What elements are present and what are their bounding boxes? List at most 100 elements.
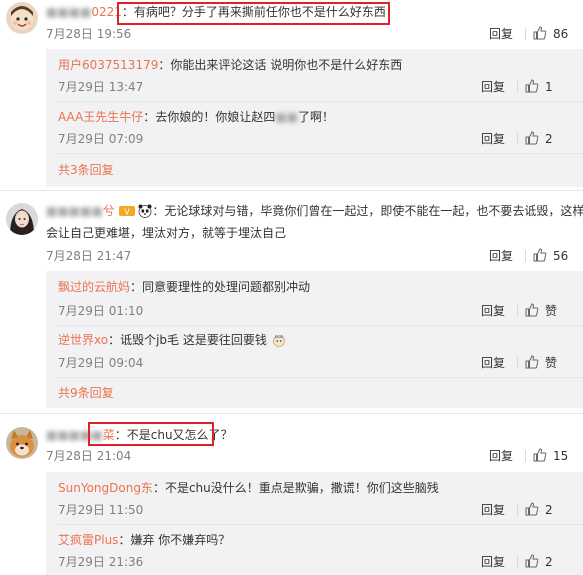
comment-meta: 7月28日 19:56 回复 86 [46,24,583,44]
reply-date: 7月29日 11:50 [58,503,144,517]
reply-username[interactable]: SunYongDong东 [58,481,153,495]
comment-text: ■■■■0221：有病吧？分手了再来撕前任你也不是什么好东西！ [46,5,398,19]
reply-button[interactable]: 回复 [481,552,505,572]
username[interactable]: 兮 [103,204,115,218]
like-count: 2 [545,503,553,517]
reply-username[interactable]: 逆世界xo [58,333,108,347]
comment-date: 7月28日 21:04 [46,449,132,463]
like-count: 1 [545,80,553,94]
reply-divider [58,377,583,378]
like-button[interactable]: 1 [525,77,553,97]
reply-divider [58,524,583,525]
panda-icon [138,204,152,224]
like-button[interactable]: 2 [525,500,553,520]
like-count: 2 [545,132,553,146]
comment-meta: 7月28日 21:04 回复 15 [46,446,583,466]
comment-body: 有病吧？分手了再来撕前任你也不是什么好东西！ [133,5,398,19]
crown-icon [271,333,287,353]
comment-divider [0,413,583,414]
reply-button[interactable]: 回复 [481,77,505,97]
svg-text:V: V [124,208,130,217]
like-button[interactable]: 赞 [525,301,557,321]
reply-date: 7月29日 21:36 [58,555,144,569]
avatar[interactable] [6,203,38,235]
comment-date: 7月28日 21:47 [46,249,132,263]
reply-divider [58,101,583,102]
reply-meta: 7月29日 21:36 回复 2 [58,552,583,572]
reply-date: 7月29日 09:04 [58,356,144,370]
comment-body: 无论球球对与错，毕竟你们曾在一起过，即使不能在一起，也不要去诋毁，这样只 [164,204,583,218]
reply-text: 飘过的云航妈：同意要理性的处理问题都别冲动 [58,280,311,294]
action-separator [517,357,518,369]
username[interactable]: 0221 [91,5,122,19]
reply-text: 用户6037513179：你能出来评论这话 说明你也不是什么好东西 [58,58,403,72]
like-label: 赞 [545,356,558,370]
like-button[interactable]: 56 [533,246,568,266]
reply-divider [58,325,583,326]
reply-list: 飘过的云航妈：同意要理性的处理问题都别冲动 7月29日 01:10 回复 赞 逆… [46,271,583,408]
view-more-replies[interactable]: 共3条回复 [58,160,114,180]
like-button[interactable]: 2 [525,129,553,149]
reply-divider [58,153,583,154]
reply-button[interactable]: 回复 [481,500,505,520]
reply-list: 用户6037513179：你能出来评论这话 说明你也不是什么好东西 7月29日 … [46,49,583,187]
reply-meta: 7月29日 11:50 回复 2 [58,500,583,520]
action-separator [517,81,518,93]
like-button[interactable]: 15 [533,446,568,466]
reply-text: 逆世界xo：诋毁个jb毛 这是要往回要钱 [58,330,287,353]
thumbs-up-icon [525,502,539,516]
action-separator [525,450,526,462]
reply-date: 7月29日 13:47 [58,80,144,94]
like-count: 86 [553,27,569,41]
thumbs-up-icon [525,79,539,93]
avatar[interactable] [6,2,38,34]
view-more-replies[interactable]: 共9条回复 [58,383,114,403]
action-separator [517,556,518,568]
like-button[interactable]: 赞 [525,353,557,373]
thumbs-up-icon [533,448,547,462]
reply-button[interactable]: 回复 [481,129,505,149]
reply-date: 7月29日 07:09 [58,132,144,146]
reply-button[interactable]: 回复 [481,353,505,373]
action-separator [517,133,518,145]
reply-text: SunYongDong东：不是chu没什么！重点是欺骗，撒谎！你们这些脑残 [58,481,439,495]
thumbs-up-icon [533,26,547,40]
username-blur: ■■■■■ [46,204,103,218]
thumbs-up-icon [525,303,539,317]
reply-meta: 7月29日 13:47 回复 1 [58,77,583,97]
comment-date: 7月28日 19:56 [46,27,132,41]
reply-username[interactable]: 飘过的云航妈 [58,280,130,294]
reply-text: 艾疯雷Plus：嫌弃 你不嫌弃吗？ [58,533,231,547]
reply-button[interactable]: 回复 [481,301,505,321]
like-button[interactable]: 86 [533,24,568,44]
reply-username[interactable]: 用户6037513179 [58,58,158,72]
reply-button[interactable]: 回复 [489,446,513,466]
username-blur: ■■■■■ [46,428,103,442]
reply-username[interactable]: 艾疯雷Plus [58,533,118,547]
avatar[interactable] [6,427,38,459]
thumbs-up-icon [525,554,539,568]
reply-button[interactable]: 回复 [489,24,513,44]
reply-username[interactable]: AAA王先生牛仔 [58,110,143,124]
comment-text: ■■■■■兮 V ：无论球球对与错，毕竟你们曾在一起过，即使不能在一起，也不要去… [46,201,583,224]
reply-text: AAA王先生牛仔：去你娘的！你娘让赵四■■了啊！ [58,110,335,124]
username[interactable]: 菜 [103,428,115,442]
action-separator [525,28,526,40]
like-button[interactable]: 2 [525,552,553,572]
action-separator [517,305,518,317]
like-count: 56 [553,249,569,263]
action-separator [517,504,518,516]
thumbs-up-icon [525,131,539,145]
censored-text: ■■ [275,110,299,124]
reply-meta: 7月29日 07:09 回复 2 [58,129,583,149]
reply-button[interactable]: 回复 [489,246,513,266]
comment-body: 不是chu又怎么了？ [126,428,233,442]
reply-meta: 7月29日 09:04 回复 赞 [58,353,583,373]
reply-list: SunYongDong东：不是chu没什么！重点是欺骗，撒谎！你们这些脑残 7月… [46,472,583,575]
badge-icon: V [118,204,135,224]
comment-text-continued: 会让自己更难堪，埋汰对方，就等于埋汰自己 [46,226,287,240]
comment-divider [0,190,583,191]
like-count: 2 [545,555,553,569]
comment-meta: 7月28日 21:47 回复 56 [46,246,583,266]
like-label: 赞 [545,304,558,318]
